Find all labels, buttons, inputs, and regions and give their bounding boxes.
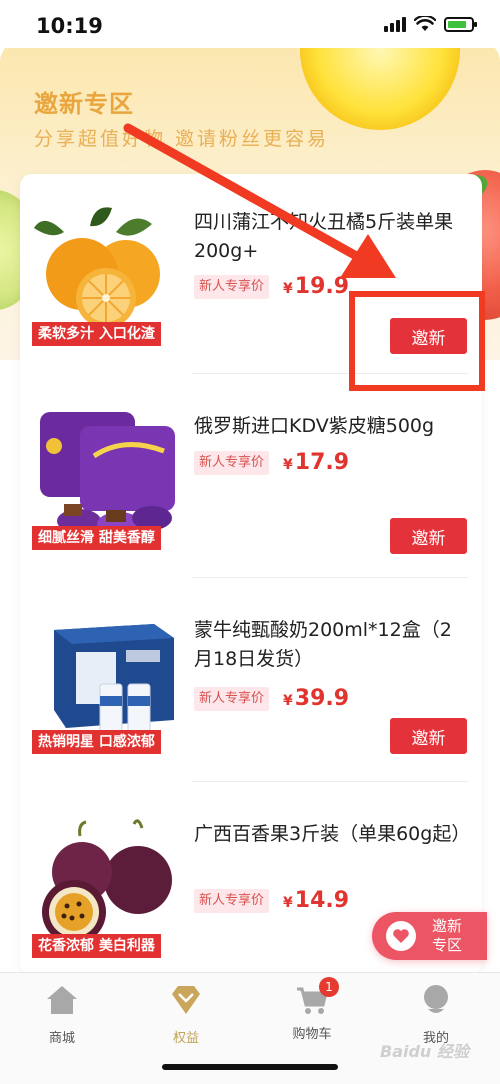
cart-count-badge: 1 bbox=[319, 977, 339, 997]
product-tagline: 热销明星 口感浓郁 bbox=[32, 730, 161, 754]
price-row: 新人专享价 ¥14.9 bbox=[194, 888, 349, 913]
passionfruit-image bbox=[42, 819, 172, 944]
currency-symbol: ¥ bbox=[283, 281, 293, 297]
product-list: 柔软多汁 入口化渣 四川蒲江不知火丑橘5斤装单果200g+ 新人专享价 ¥19.… bbox=[20, 174, 482, 974]
orange-image bbox=[34, 207, 160, 328]
product-title[interactable]: 四川蒲江不知火丑橘5斤装单果200g+ bbox=[194, 208, 469, 266]
product-price: ¥17.9 bbox=[283, 450, 349, 475]
divider bbox=[192, 781, 468, 782]
status-time: 10:19 bbox=[36, 14, 103, 38]
nav-item-cart[interactable]: 1 购物车 bbox=[272, 977, 352, 1042]
nav-label: 购物车 bbox=[292, 1027, 332, 1042]
price-row: 新人专享价 ¥17.9 bbox=[194, 450, 349, 475]
new-user-price-badge: 新人专享价 bbox=[194, 686, 270, 711]
invite-button[interactable]: 邀新 bbox=[390, 318, 467, 354]
nav-label: 商城 bbox=[48, 1031, 75, 1046]
home-indicator bbox=[162, 1064, 338, 1070]
product-item[interactable]: 细腻丝滑 甜美香醇 俄罗斯进口KDV紫皮糖500g 新人专享价 ¥17.9 邀新 bbox=[20, 378, 482, 578]
nav-item-profile[interactable]: 我的 bbox=[396, 983, 476, 1046]
price-value: 39.9 bbox=[294, 686, 350, 711]
signal-icon bbox=[384, 16, 406, 32]
product-price: ¥14.9 bbox=[283, 888, 349, 913]
profile-icon bbox=[424, 985, 448, 1013]
price-row: 新人专享价 ¥19.9 bbox=[194, 274, 349, 299]
price-value: 19.9 bbox=[294, 274, 350, 299]
invite-button[interactable]: 邀新 bbox=[390, 718, 467, 754]
cart-icon-wrap: 1 bbox=[295, 977, 339, 1017]
product-title[interactable]: 俄罗斯进口KDV紫皮糖500g bbox=[194, 412, 469, 441]
currency-symbol: ¥ bbox=[283, 457, 293, 473]
new-user-price-badge: 新人专享价 bbox=[194, 888, 270, 913]
price-value: 17.9 bbox=[294, 450, 350, 475]
watermark: Baidu 经验 bbox=[380, 1042, 469, 1061]
divider bbox=[192, 373, 468, 374]
nav-item-benefits[interactable]: 权益 bbox=[146, 983, 226, 1046]
status-bar: 10:19 bbox=[0, 0, 500, 48]
currency-symbol: ¥ bbox=[283, 693, 293, 709]
product-title[interactable]: 蒙牛纯甄酸奶200ml*12盒（2月18日发货） bbox=[194, 616, 469, 674]
new-user-price-badge: 新人专享价 bbox=[194, 274, 270, 299]
product-tagline: 花香浓郁 美白利器 bbox=[32, 934, 161, 958]
divider bbox=[192, 577, 468, 578]
price-row: 新人专享价 ¥39.9 bbox=[194, 686, 349, 711]
status-icons bbox=[384, 16, 477, 32]
banner-subtitle: 分享超值好物 邀请粉丝更容易 bbox=[34, 128, 330, 150]
product-price: ¥19.9 bbox=[283, 274, 349, 299]
battery-icon bbox=[444, 16, 477, 32]
heart-icon bbox=[386, 921, 416, 951]
new-user-price-badge: 新人专享价 bbox=[194, 450, 270, 475]
nav-item-mall[interactable]: 商城 bbox=[22, 983, 102, 1046]
product-title[interactable]: 广西百香果3斤装（单果60g起） bbox=[194, 820, 470, 849]
nav-label: 权益 bbox=[172, 1031, 199, 1046]
price-value: 14.9 bbox=[294, 888, 350, 913]
invite-zone-float-button[interactable]: 邀新专区 bbox=[372, 912, 487, 960]
float-button-label: 邀新专区 bbox=[431, 917, 462, 954]
banner-title: 邀新专区 bbox=[34, 90, 134, 118]
product-item[interactable]: 柔软多汁 入口化渣 四川蒲江不知火丑橘5斤装单果200g+ 新人专享价 ¥19.… bbox=[20, 174, 482, 374]
product-tagline: 细腻丝滑 甜美香醇 bbox=[32, 526, 161, 550]
diamond-icon bbox=[172, 986, 200, 1014]
currency-symbol: ¥ bbox=[283, 895, 293, 911]
home-icon bbox=[47, 986, 77, 1014]
wifi-icon bbox=[414, 16, 436, 31]
invite-button[interactable]: 邀新 bbox=[390, 518, 467, 554]
product-price: ¥39.9 bbox=[283, 686, 349, 711]
candy-image bbox=[40, 412, 175, 536]
product-tagline: 柔软多汁 入口化渣 bbox=[32, 322, 161, 346]
product-item[interactable]: 热销明星 口感浓郁 蒙牛纯甄酸奶200ml*12盒（2月18日发货） 新人专享价… bbox=[20, 582, 482, 782]
yogurt-image bbox=[54, 624, 174, 737]
lemon-decoration bbox=[300, 40, 460, 130]
